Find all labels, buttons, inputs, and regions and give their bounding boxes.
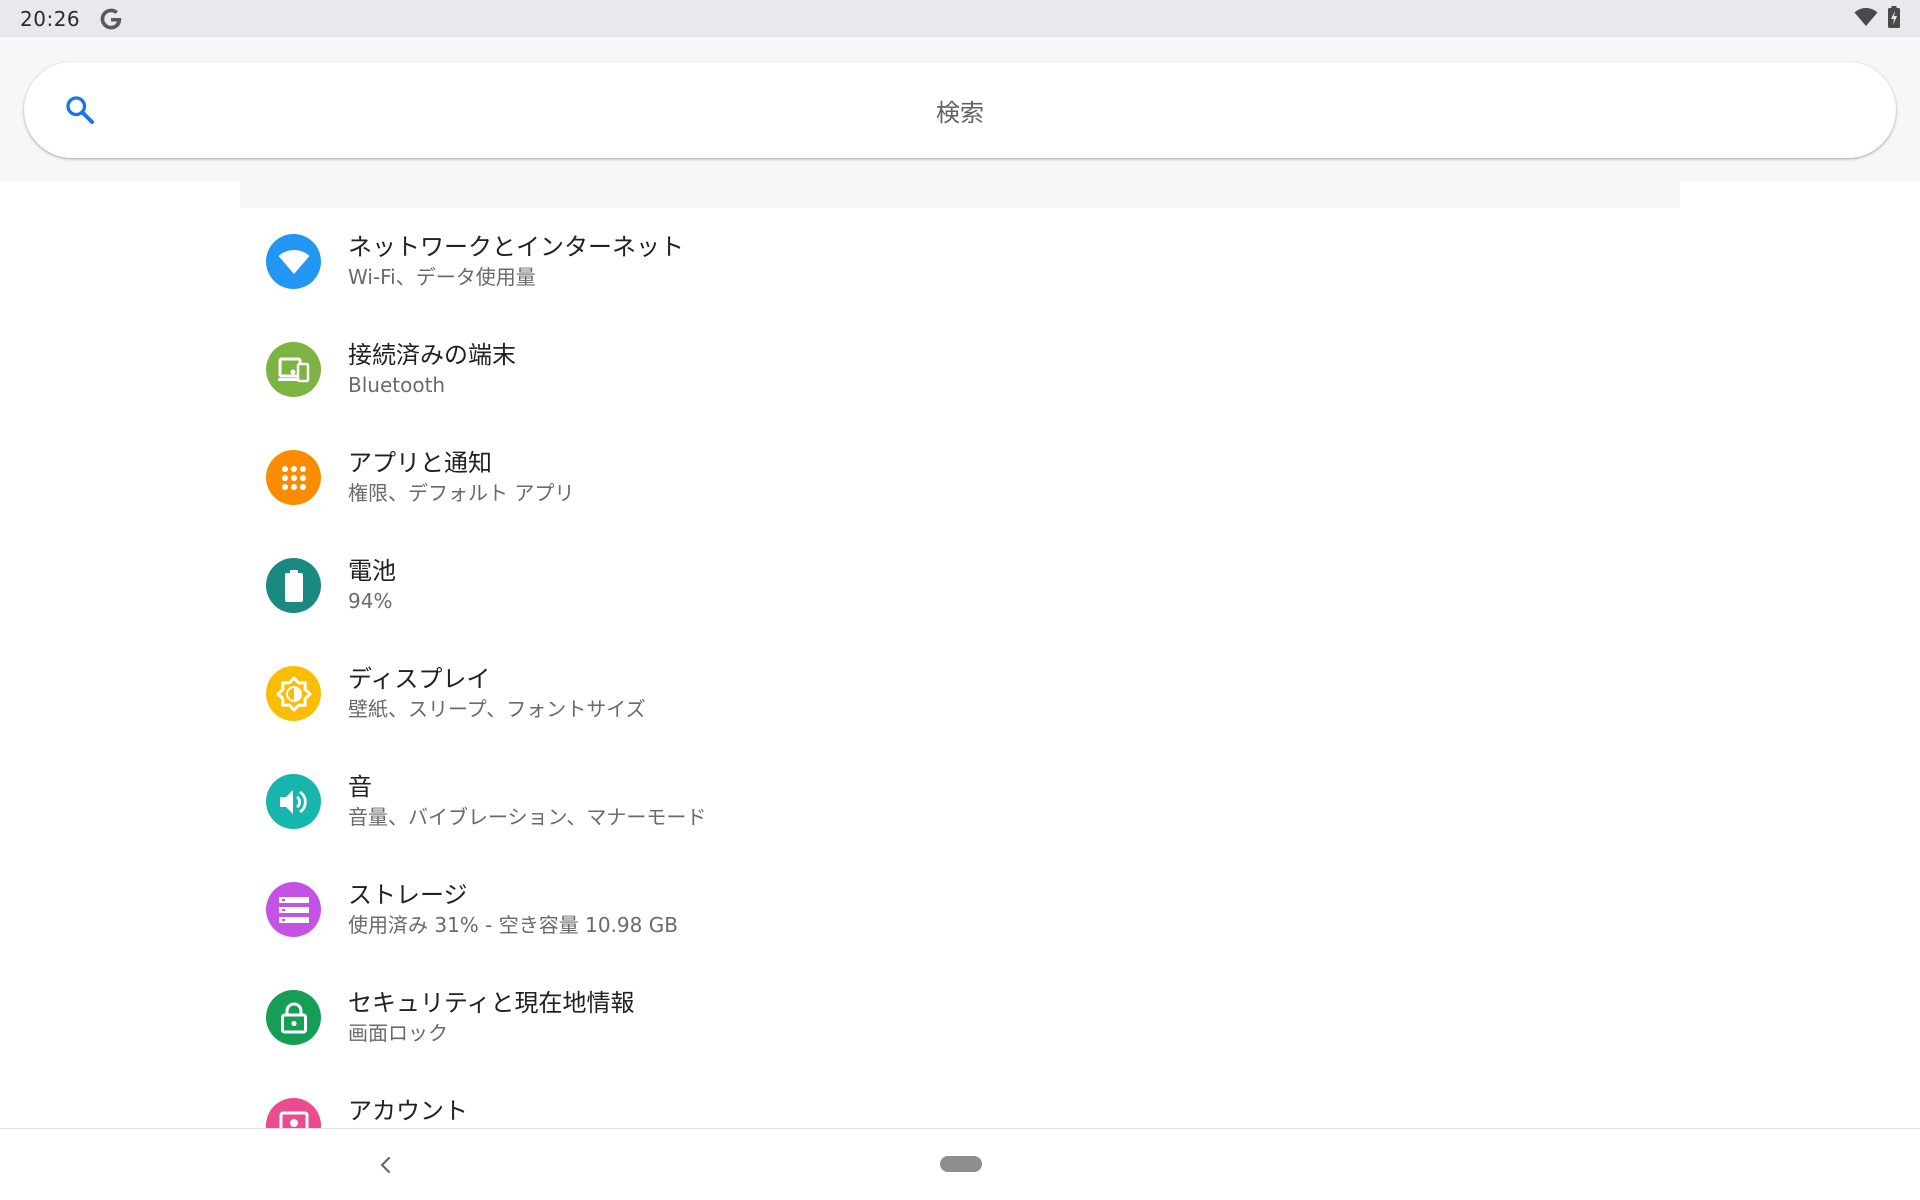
- settings-item-summary: 音量、バイブレーション、マナーモード: [348, 805, 707, 829]
- apps-grid-icon: [266, 450, 321, 505]
- settings-item-title: ディスプレイ: [348, 665, 491, 693]
- brightness-icon: [266, 666, 321, 721]
- settings-item-sound[interactable]: 音 音量、バイブレーション、マナーモード: [240, 748, 1680, 856]
- volume-icon: [266, 774, 321, 829]
- settings-item-battery[interactable]: 電池 94%: [240, 532, 1680, 640]
- settings-item-security[interactable]: セキュリティと現在地情報 画面ロック: [240, 964, 1680, 1072]
- settings-item-title: ネットワークとインターネット: [348, 233, 684, 261]
- wifi-icon: [1854, 7, 1878, 31]
- settings-item-summary: 壁紙、スリープ、フォントサイズ: [348, 697, 646, 721]
- settings-item-summary: Bluetooth: [348, 373, 446, 397]
- settings-item-summary: 画面ロック: [348, 1021, 448, 1045]
- settings-item-title: アカウント: [348, 1097, 468, 1125]
- settings-item-accounts[interactable]: アカウント: [240, 1072, 1680, 1128]
- status-time: 20:26: [20, 6, 81, 31]
- search-bar[interactable]: 検索: [24, 62, 1896, 158]
- google-g-icon: [98, 6, 124, 32]
- settings-item-summary: 94%: [348, 589, 393, 613]
- settings-item-summary: Wi-Fi、データ使用量: [348, 265, 536, 289]
- back-icon[interactable]: [370, 1149, 402, 1181]
- settings-item-title: アプリと通知: [348, 449, 492, 477]
- settings-item-title: セキュリティと現在地情報: [348, 989, 635, 1017]
- settings-item-title: 電池: [348, 557, 396, 585]
- search-placeholder: 検索: [936, 98, 984, 127]
- settings-item-apps[interactable]: アプリと通知 権限、デフォルト アプリ: [240, 424, 1680, 532]
- battery-charging-icon: [1888, 5, 1900, 32]
- home-pill-icon[interactable]: [940, 1156, 982, 1172]
- status-bar: 20:26: [0, 0, 1920, 37]
- settings-item-summary: 権限、デフォルト アプリ: [348, 481, 575, 505]
- settings-item-title: 音: [348, 773, 372, 801]
- settings-item-display[interactable]: ディスプレイ 壁紙、スリープ、フォントサイズ: [240, 640, 1680, 748]
- settings-item-title: 接続済みの端末: [348, 341, 516, 369]
- battery-icon: [266, 558, 321, 613]
- settings-item-connected-devices[interactable]: 接続済みの端末 Bluetooth: [240, 316, 1680, 424]
- settings-item-summary: 使用済み 31% - 空き容量 10.98 GB: [348, 913, 678, 937]
- settings-item-network[interactable]: ネットワークとインターネット Wi-Fi、データ使用量: [240, 208, 1680, 316]
- settings-item-storage[interactable]: ストレージ 使用済み 31% - 空き容量 10.98 GB: [240, 856, 1680, 964]
- account-icon: [266, 1098, 321, 1128]
- header-divider: [240, 182, 1680, 208]
- search-icon[interactable]: [62, 92, 98, 128]
- lock-icon: [266, 990, 321, 1045]
- devices-icon: [266, 342, 321, 397]
- settings-header: 検索: [0, 37, 1920, 182]
- navigation-bar: [0, 1128, 1920, 1200]
- storage-icon: [266, 882, 321, 937]
- settings-list: ネットワークとインターネット Wi-Fi、データ使用量 接続済みの端末 Blue…: [240, 208, 1680, 1128]
- wifi-icon: [266, 234, 321, 289]
- settings-item-title: ストレージ: [348, 881, 468, 909]
